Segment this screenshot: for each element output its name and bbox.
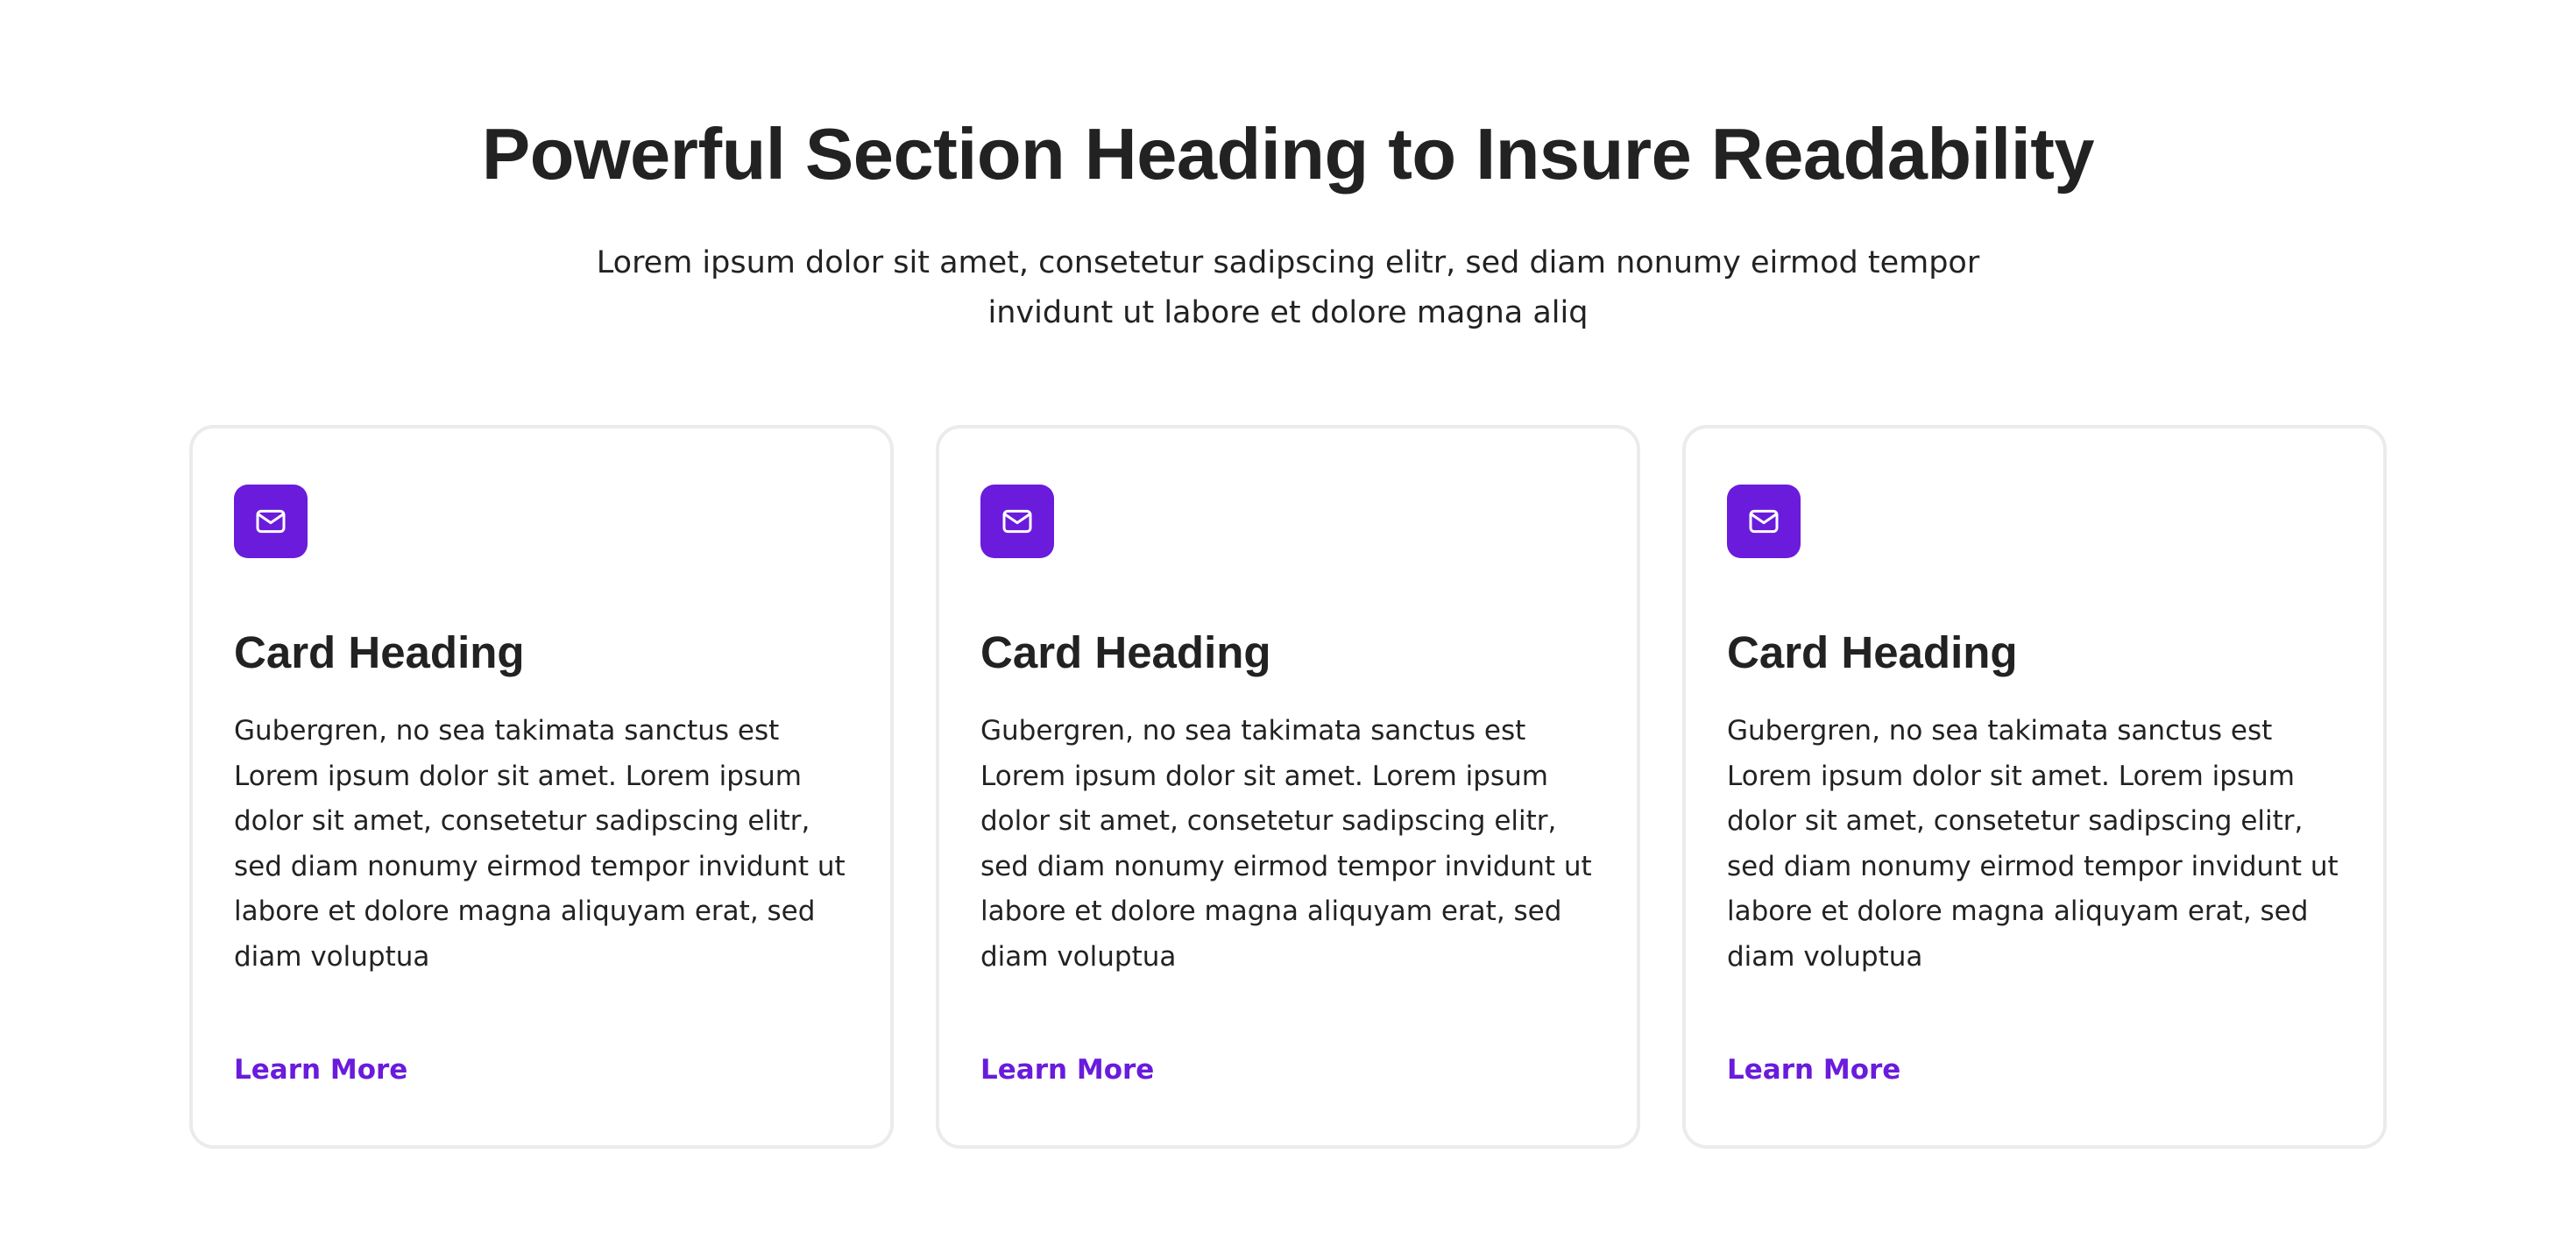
feature-card: Card Heading Gubergren, no sea takimata … bbox=[189, 425, 894, 1149]
learn-more-link[interactable]: Learn More bbox=[980, 1051, 1154, 1089]
card-list: Card Heading Gubergren, no sea takimata … bbox=[189, 425, 2387, 1149]
feature-card: Card Heading Gubergren, no sea takimata … bbox=[1682, 425, 2387, 1149]
section-subtitle: Lorem ipsum dolor sit amet, consetetur s… bbox=[596, 245, 1980, 330]
card-heading: Card Heading bbox=[1727, 627, 2018, 677]
card-text: Gubergren, no sea takimata sanctus est L… bbox=[980, 715, 1592, 973]
card-heading: Card Heading bbox=[234, 627, 525, 677]
learn-more-link[interactable]: Learn More bbox=[1727, 1051, 1900, 1089]
card-heading: Card Heading bbox=[980, 627, 1271, 677]
feature-card: Card Heading Gubergren, no sea takimata … bbox=[936, 425, 1640, 1149]
mail-icon bbox=[234, 485, 308, 558]
card-text: Gubergren, no sea takimata sanctus est L… bbox=[234, 715, 846, 973]
mail-icon bbox=[1727, 485, 1801, 558]
learn-more-link[interactable]: Learn More bbox=[234, 1051, 407, 1089]
card-text: Gubergren, no sea takimata sanctus est L… bbox=[1727, 715, 2339, 973]
section-heading: Powerful Section Heading to Insure Reada… bbox=[481, 113, 2095, 195]
mail-icon bbox=[980, 485, 1054, 558]
features-section: Powerful Section Heading to Insure Reada… bbox=[0, 0, 2576, 1260]
